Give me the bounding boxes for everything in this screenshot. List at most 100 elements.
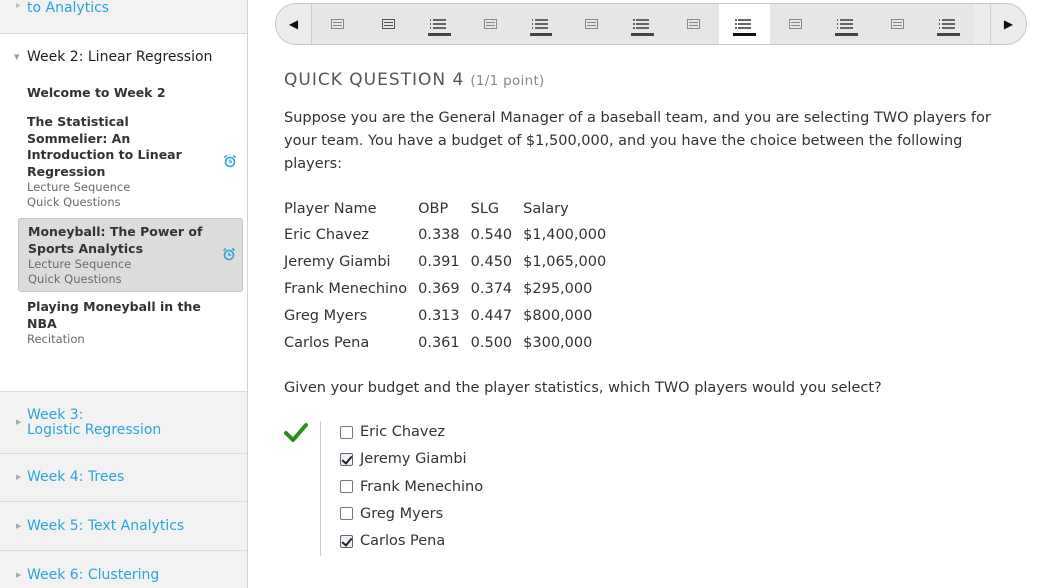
table-header-row: Player Name OBP SLG Salary [284,196,617,221]
sequence-tab-video[interactable] [871,4,923,44]
choice-checkbox[interactable] [340,425,353,439]
table-cell: $300,000 [523,335,593,352]
table-cell: 0.338 [418,226,460,243]
table-cell: Eric Chavez [284,226,370,243]
table-cell: 0.540 [470,226,513,243]
triangle-right-icon: ▶ [16,473,22,481]
sidebar-item-title: Welcome to Week 2 [27,85,166,100]
answer-choice[interactable]: Jeremy Giambi [340,449,467,469]
completion-bar [936,33,960,36]
table-cell: 0.374 [470,280,513,297]
column-header: Salary [523,200,569,217]
problem-list-icon [735,19,752,29]
triangle-right-icon: ▶ [1003,17,1014,31]
sequence-next-button[interactable]: ▶ [990,4,1026,44]
answer-choice[interactable]: Eric Chavez [340,422,445,442]
table-cell: $295,000 [523,280,593,297]
table-cell: 0.369 [418,280,460,297]
sidebar-item-statistical-sommelier[interactable]: The Statistical Sommelier: An Introducti… [18,114,243,210]
triangle-down-icon: ▼ [14,53,20,61]
completion-bar [631,33,655,36]
sidebar-week-4[interactable]: ▶ Week 4: Trees [0,453,247,501]
video-icon [585,19,599,29]
completion-bar [529,33,553,36]
table-cell: $1,400,000 [523,226,607,243]
sidebar-item-sub: Lecture Sequence [28,257,132,271]
sequence-tab-video[interactable] [464,4,516,44]
players-table: Player Name OBP SLG Salary Eric Chavez 0.… [284,196,617,357]
triangle-right-icon: ▶ [16,418,22,426]
problem-list-icon [429,19,446,29]
sequence-tab-problem[interactable] [617,4,669,44]
sequence-prev-button[interactable]: ◀ [276,4,312,44]
sidebar-item-sub: Quick Questions [27,195,121,209]
sidebar-week-6[interactable]: ▶ Week 6: Clustering [0,550,247,588]
sequence-tab-video[interactable] [362,4,414,44]
sidebar-item-sub: Recitation [27,332,85,346]
table-cell: 0.500 [470,335,513,352]
answer-choice[interactable]: Greg Myers [340,504,443,524]
choice-label[interactable]: Eric Chavez [360,424,445,440]
sequence-nav: ◀ ▶ [275,3,1027,45]
triangle-right-icon: ▶ [16,571,22,579]
previous-chapter-link[interactable]: to Analytics [27,0,109,16]
table-row: Carlos Pena 0.361 0.500 $300,000 [284,330,617,357]
sidebar-item-title: Moneyball: The Power of Sports Analytics [28,224,203,256]
week-label: Week 3: Logistic Regression [27,407,162,438]
week-label: Week 5: Text Analytics [27,518,185,534]
answer-choice[interactable]: Frank Menechino [340,477,483,497]
sequence-tab-problem[interactable] [515,4,567,44]
answer-choice[interactable]: Carlos Pena [340,531,445,551]
triangle-right-icon: ▶ [16,522,22,530]
question-prompt: Suppose you are the General Manager of a… [284,110,991,172]
sidebar-previous-chapter[interactable]: ▶ to Analytics [0,0,247,34]
choice-label[interactable]: Frank Menechino [360,479,483,495]
table-cell: Carlos Pena [284,335,370,352]
completion-bar [733,33,757,36]
week-label: Week 6: Clustering [27,567,160,583]
sidebar-week-5[interactable]: ▶ Week 5: Text Analytics [0,501,247,550]
table-row: Eric Chavez 0.338 0.540 $1,400,000 [284,221,617,248]
choice-checkbox[interactable] [340,534,353,548]
problem-list-icon [633,19,650,29]
table-row: Frank Menechino 0.369 0.374 $295,000 [284,275,617,302]
alarm-clock-icon [222,247,236,261]
table-cell: Frank Menechino [284,280,408,297]
table-cell: 0.313 [418,308,460,325]
completion-bar [834,33,858,36]
table-cell: 0.361 [418,335,460,352]
problem-list-icon [836,19,853,29]
sequence-tab-problem[interactable] [413,4,465,44]
sidebar-item-welcome[interactable]: Welcome to Week 2 [18,85,243,102]
sequence-tab-video[interactable] [566,4,618,44]
sequence-tab-video[interactable] [668,4,720,44]
sequence-tabs [312,4,990,44]
video-icon [381,19,395,29]
choice-label[interactable]: Jeremy Giambi [360,451,467,467]
choice-checkbox[interactable] [340,452,353,466]
table-cell: $1,065,000 [523,253,607,270]
sidebar-item-moneyball-nba[interactable]: Playing Moneyball in the NBA Recitation [18,299,243,347]
problem-list-icon [531,19,548,29]
sequence-tab-problem[interactable] [719,4,771,44]
sequence-tab-video[interactable] [312,4,363,44]
choice-checkbox[interactable] [340,507,353,521]
sequence-tab-video[interactable] [770,4,821,44]
choice-checkbox[interactable] [340,480,353,494]
sequence-tab-problem[interactable] [922,4,974,44]
sequence-tab-problem[interactable] [820,4,872,44]
video-icon [687,19,701,29]
table-row: Greg Myers 0.313 0.447 $800,000 [284,303,617,330]
video-icon [788,19,802,29]
choice-label[interactable]: Greg Myers [360,506,443,522]
sidebar-item-moneyball[interactable]: Moneyball: The Power of Sports Analytics… [18,218,243,292]
video-icon [483,19,497,29]
correct-checkmark-icon [284,423,308,442]
triangle-right-icon: ▶ [16,2,21,9]
choice-label[interactable]: Carlos Pena [360,533,445,549]
table-cell: 0.450 [470,253,513,270]
week-2-title[interactable]: Week 2: Linear Regression [27,49,212,65]
table-cell: Greg Myers [284,308,368,325]
sidebar-week-3[interactable]: ▶ Week 3: Logistic Regression [0,391,247,453]
column-header: OBP [418,200,449,217]
